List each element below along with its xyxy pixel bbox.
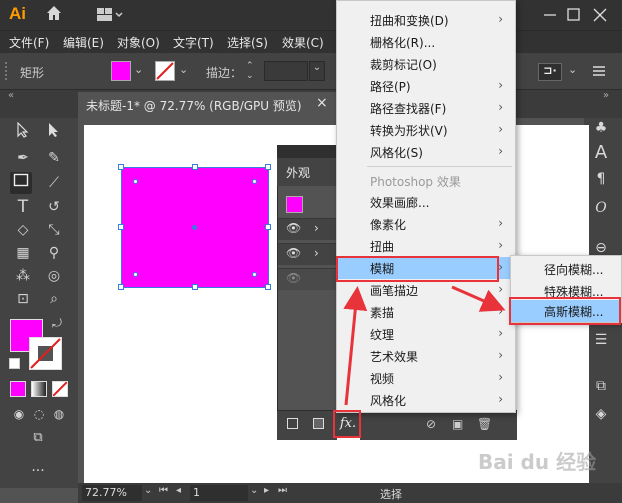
annotation-arrows xyxy=(343,285,506,406)
watermark-text: Bai du 经验 xyxy=(478,450,597,474)
watermark: Bai du 经验 xyxy=(478,446,596,475)
